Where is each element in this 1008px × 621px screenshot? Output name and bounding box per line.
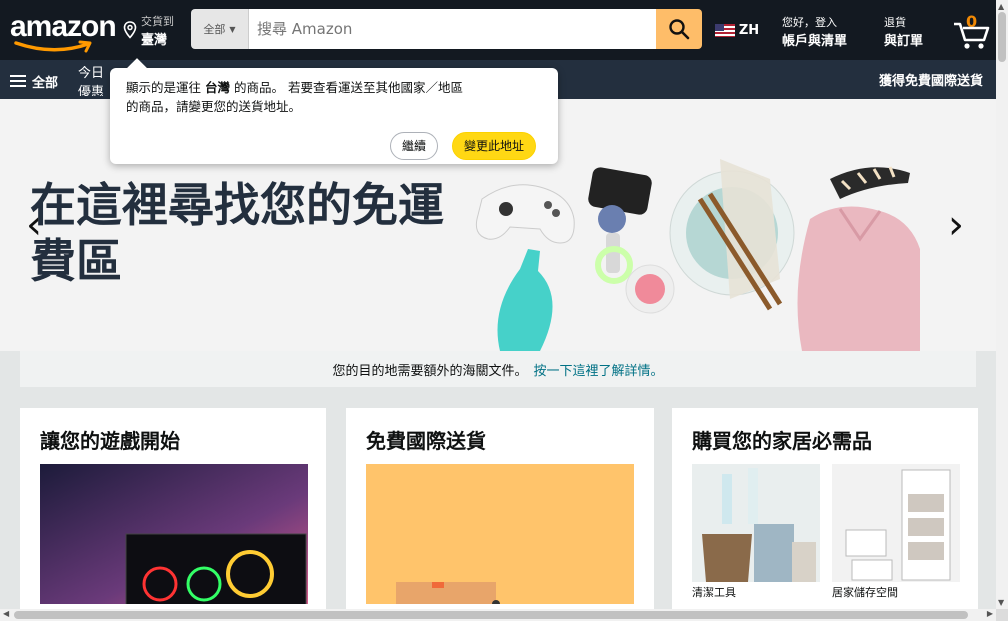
home-storage-caption: 居家儲存空間 [832, 586, 898, 599]
deliver-country: 臺灣 [141, 32, 168, 48]
amazon-logo[interactable]: amazon [4, 4, 117, 54]
scroll-left-icon[interactable]: ◀ [3, 609, 9, 618]
orders-label: 與訂單 [884, 34, 924, 49]
free-shipping-image[interactable] [366, 464, 634, 604]
cart-icon [954, 22, 990, 49]
customs-text: 您的目的地需要額外的海關文件。 [332, 363, 528, 379]
carousel-next-button[interactable]: › [916, 99, 996, 351]
vertical-scroll-thumb[interactable] [998, 12, 1006, 62]
deliver-label: 交貨到 [141, 14, 174, 28]
smile-arrow-icon [14, 40, 92, 53]
carousel-prev-button[interactable]: ‹ [0, 99, 86, 351]
home-storage-picture [832, 464, 960, 582]
cleaning-tools-caption: 清潔工具 [692, 586, 736, 599]
location-pin-icon [123, 21, 137, 39]
account-greeting: 您好，登入 [782, 16, 837, 29]
hamburger-icon [10, 75, 26, 87]
account-lists-button[interactable]: 您好，登入 帳戶與清單 [776, 4, 862, 56]
scrollbar-corner [996, 609, 1008, 621]
language-label: ZH [738, 22, 760, 38]
scroll-up-icon[interactable]: ▲ [998, 2, 1004, 11]
free-shipping-label: 獲得免費國際送貨 [878, 73, 983, 89]
home-storage-item[interactable]: 居家儲存空間 [832, 464, 960, 600]
cleaning-tools-image[interactable] [692, 464, 820, 582]
gaming-pc-picture [40, 464, 308, 604]
search-category-label: 全部 [203, 23, 226, 36]
hero-title: 在這裡尋找您的免運費區 [30, 178, 444, 288]
gaming-pc-image[interactable] [40, 464, 308, 604]
free-shipping-link[interactable]: 獲得免費國際送貨 [868, 64, 994, 94]
all-menu-label: 全部 [32, 75, 59, 91]
shipping-box-picture [396, 582, 500, 604]
popover-country: 台灣 [205, 80, 231, 95]
search-category-dropdown[interactable]: 全部 ▼ [191, 9, 249, 49]
free-shipping-card-title[interactable]: 免費國際送貨 [366, 426, 634, 456]
cleaning-tools-item[interactable]: 清潔工具 [692, 464, 820, 600]
search-icon [669, 19, 690, 40]
vertical-scrollbar[interactable]: ▲ ▼ [996, 0, 1008, 609]
returns-label: 退貨 [884, 16, 906, 29]
caret-down-icon: ▼ [229, 24, 236, 34]
hero-products-image [475, 159, 920, 351]
chevron-left-icon: ‹ [26, 202, 42, 248]
deliver-to-button[interactable]: 交貨到 臺灣 [114, 4, 188, 56]
home-essentials-card-title[interactable]: 購買您的家居必需品 [692, 426, 958, 456]
cart-button[interactable]: 0 [938, 4, 996, 56]
home-essentials-card: 購買您的家居必需品 清潔工具 居家儲存空間 [672, 408, 978, 621]
free-shipping-card: 免費國際送貨 [346, 408, 654, 621]
cleaning-tools-picture [692, 464, 820, 582]
search-bar: 全部 ▼ [191, 9, 702, 49]
customs-notice: 您的目的地需要額外的海關文件。 按一下這裡了解詳情。 [20, 351, 976, 387]
scroll-right-icon[interactable]: ▶ [987, 609, 993, 618]
home-storage-image[interactable] [832, 464, 960, 582]
us-flag-icon [714, 23, 735, 37]
location-popover: 顯示的是運往 台灣 的商品。 若要查看運送至其他國家／地區 的商品，請變更您的送… [110, 68, 558, 164]
home-essentials-grid: 清潔工具 居家儲存空間 [692, 464, 960, 600]
language-selector[interactable]: ZH [712, 4, 762, 56]
logo-text: amazon [10, 10, 117, 43]
popover-text-prefix: 顯示的是運往 [126, 80, 202, 95]
scroll-down-icon[interactable]: ▼ [998, 598, 1004, 607]
chevron-right-icon: › [948, 202, 964, 248]
customs-learn-more-link[interactable]: 按一下這裡了解詳情。 [534, 360, 664, 379]
popover-actions: 繼續 變更此地址 [390, 132, 536, 160]
popover-text-line2: 的商品，請變更您的送貨地址。 [126, 99, 302, 114]
horizontal-scroll-thumb[interactable] [14, 611, 968, 619]
change-address-button[interactable]: 變更此地址 [452, 132, 536, 160]
returns-orders-button[interactable]: 退貨 與訂單 [878, 4, 936, 56]
popover-message: 顯示的是運往 台灣 的商品。 若要查看運送至其他國家／地區 的商品，請變更您的送… [126, 78, 542, 116]
gaming-card: 讓您的遊戲開始 [20, 408, 326, 621]
todays-deals-link[interactable]: 今日優惠 [72, 66, 112, 96]
todays-deals-label: 今日優惠 [78, 66, 105, 96]
horizontal-scrollbar[interactable]: ◀ ▶ [0, 609, 996, 621]
all-menu-button[interactable]: 全部 [4, 66, 70, 96]
search-button[interactable] [656, 9, 702, 49]
popover-text-mid: 的商品。 若要查看運送至其他國家／地區 [234, 80, 463, 95]
gaming-card-title[interactable]: 讓您的遊戲開始 [40, 426, 306, 456]
search-input[interactable] [249, 9, 656, 49]
account-lists-label: 帳戶與清單 [782, 34, 848, 49]
continue-button[interactable]: 繼續 [390, 132, 438, 160]
top-nav: amazon 交貨到 臺灣 全部 ▼ ZH [0, 0, 996, 60]
